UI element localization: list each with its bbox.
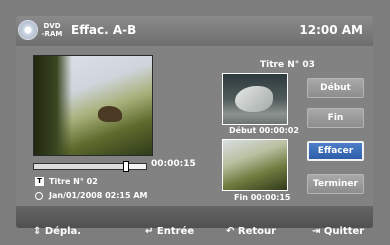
start-button[interactable]: Début: [307, 78, 364, 98]
finish-button[interactable]: Terminer: [307, 174, 364, 194]
clock-display: 12:00 AM: [299, 23, 363, 37]
enter-icon: ↵: [145, 226, 154, 237]
video-preview: [33, 55, 153, 156]
disc-type-line2: -RAM: [41, 30, 63, 38]
move-hint: ⇕ Dépla.: [33, 226, 82, 237]
delete-button[interactable]: Effacer: [307, 141, 364, 161]
enter-hint: ↵ Entrée: [145, 226, 195, 237]
header-bar: DVD -RAM Effac. A-B 12:00 AM: [16, 16, 373, 46]
deer-shape: [98, 106, 122, 122]
recording-date: Jan/01/2008 02:15 AM: [49, 191, 148, 200]
dolphin-shape: [235, 86, 273, 112]
start-point-thumbnail: [222, 73, 288, 125]
tree-shape: [34, 56, 72, 155]
title-icon: T: [35, 177, 44, 186]
disc-type-label: DVD -RAM: [39, 22, 65, 38]
progress-fill: [34, 164, 126, 169]
title-number: Titre N° 02: [49, 177, 98, 186]
end-point-thumbnail: [222, 139, 288, 191]
start-point-caption: Début 00:00:02: [229, 126, 299, 135]
progress-knob: [122, 161, 129, 172]
disc-icon: [18, 20, 38, 40]
exit-icon: ⇥: [312, 226, 321, 237]
menu-title: Effac. A-B: [71, 23, 137, 37]
back-hint: ↶ Retour: [226, 226, 277, 237]
current-time: 00:00:15: [151, 159, 196, 169]
disc-type-line1: DVD: [43, 22, 61, 30]
end-button[interactable]: Fin: [307, 108, 364, 128]
selected-title-label: Titre N° 03: [260, 60, 315, 70]
footer-bar: [16, 206, 373, 228]
clock-icon: [35, 192, 43, 200]
up-down-arrows-icon: ⇕: [33, 226, 42, 237]
progress-bar: [33, 161, 147, 172]
exit-hint: ⇥ Quitter: [312, 226, 365, 237]
return-arrow-icon: ↶: [226, 226, 235, 237]
end-point-caption: Fin 00:00:15: [234, 193, 291, 202]
